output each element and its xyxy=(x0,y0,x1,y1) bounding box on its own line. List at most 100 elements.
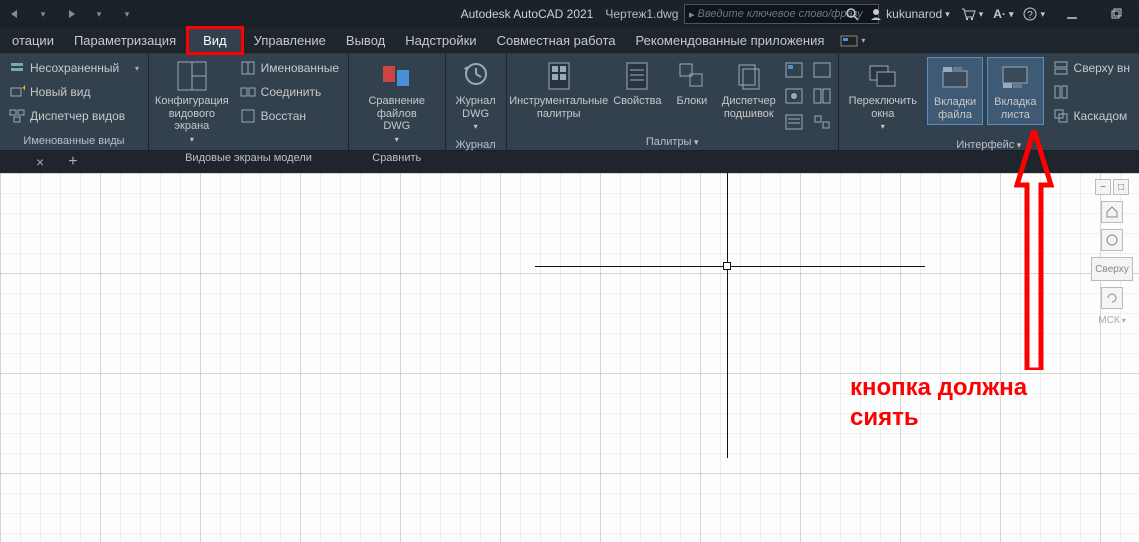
qat-more-icon[interactable]: ▾ xyxy=(116,4,138,24)
palette-icon-1[interactable] xyxy=(782,59,806,81)
properties-button[interactable]: Свойства xyxy=(611,57,664,111)
panel-title: Именованные виды xyxy=(4,132,144,150)
restore-icon xyxy=(240,108,256,124)
palette-icon-5[interactable] xyxy=(810,85,834,107)
tool-palettes-button[interactable]: Инструментальные палитры xyxy=(511,57,607,123)
quick-access-toolbar: ▾ ▾ ▾ xyxy=(4,4,138,24)
palette-small-icons xyxy=(782,57,806,133)
nav-compass-icon[interactable] xyxy=(1101,229,1123,251)
history-icon xyxy=(460,60,492,92)
tab-parametric[interactable]: Параметризация xyxy=(64,28,186,53)
palette-small-icons-2 xyxy=(810,57,834,133)
tile-horizontal-button[interactable]: Сверху вн xyxy=(1048,57,1135,79)
palette-icon-2[interactable] xyxy=(782,85,806,107)
palette-icon-6[interactable] xyxy=(810,111,834,133)
viewport-config-icon xyxy=(176,60,208,92)
coordinate-system[interactable]: МСК▾ xyxy=(1098,315,1125,326)
compare-icon xyxy=(381,60,413,92)
qat-dropdown-icon[interactable]: ▾ xyxy=(32,4,54,24)
cart-icon[interactable]: ▾ xyxy=(960,7,984,21)
join-viewports-button[interactable]: Соединить xyxy=(235,81,344,103)
compare-dwg-button[interactable]: Сравнение файлов DWG xyxy=(353,57,441,149)
palette-icon-4[interactable] xyxy=(810,59,834,81)
properties-icon xyxy=(621,60,653,92)
tab-manage[interactable]: Управление xyxy=(244,28,336,53)
search-dropdown-icon[interactable]: ▸ xyxy=(689,8,695,21)
panel-title[interactable]: Палитры xyxy=(511,133,834,151)
tab-quick-icon[interactable]: ▾ xyxy=(834,28,871,53)
layout-tab-icon xyxy=(999,61,1031,93)
panel-title: Видовые экраны модели xyxy=(153,149,344,167)
svg-text:✦: ✦ xyxy=(21,84,25,93)
user-name: kukunarod xyxy=(886,7,942,21)
view-manager-icon xyxy=(9,108,25,124)
palette-icon-3[interactable] xyxy=(782,111,806,133)
annotation-text: кнопка должна сиять xyxy=(850,373,1027,433)
ribbon: Несохраненный ✦ Новый вид Диспетчер видо… xyxy=(0,54,1139,151)
panel-interface: Переключить окна Вкладки файла Вкладка л… xyxy=(839,54,1139,150)
blocks-icon xyxy=(676,60,708,92)
search-icon xyxy=(845,7,859,21)
file-name: Чертеж1.dwg xyxy=(605,7,678,21)
nav-minus-icon[interactable]: − xyxy=(1095,179,1111,195)
tab-addins[interactable]: Надстройки xyxy=(395,28,486,53)
tile-vertical-button[interactable] xyxy=(1048,81,1135,103)
nav-close-icon[interactable]: □ xyxy=(1113,179,1129,195)
switch-windows-button[interactable]: Переключить окна xyxy=(843,57,923,136)
grid xyxy=(0,173,1139,542)
panel-compare: Сравнение файлов DWG Сравнить xyxy=(349,54,446,150)
search-placeholder: Введите ключевое слово/фразу xyxy=(698,8,863,20)
blocks-button[interactable]: Блоки xyxy=(668,57,716,111)
panel-model-viewports: Конфигурация видового экрана Именованные… xyxy=(149,54,349,150)
layer-icon xyxy=(9,60,25,76)
switch-windows-icon xyxy=(867,60,899,92)
ribbon-tabs: отации Параметризация Вид Управление Выв… xyxy=(0,28,1139,54)
qat-dropdown-icon[interactable]: ▾ xyxy=(88,4,110,24)
panel-named-views: Несохраненный ✦ Новый вид Диспетчер видо… xyxy=(0,54,149,150)
nav-rotate-icon[interactable] xyxy=(1101,287,1123,309)
sheet-set-button[interactable]: Диспетчер подшивок xyxy=(720,57,778,123)
title-bar: ▾ ▾ ▾ Autodesk AutoCAD 2021 Чертеж1.dwg … xyxy=(0,0,1139,28)
tab-output[interactable]: Вывод xyxy=(336,28,395,53)
tab-view[interactable]: Вид xyxy=(186,26,244,55)
help-icon[interactable]: ?▾ xyxy=(1023,7,1045,21)
unsaved-view-dropdown[interactable]: Несохраненный xyxy=(4,57,144,79)
new-tab-icon[interactable]: + xyxy=(62,153,83,171)
user-icon xyxy=(869,7,883,21)
tab-annotations[interactable]: отации xyxy=(2,28,64,53)
tab-collaborate[interactable]: Совместная работа xyxy=(487,28,626,53)
svg-text:?: ? xyxy=(1028,10,1034,21)
new-view-button[interactable]: ✦ Новый вид xyxy=(4,81,144,103)
view-manager-button[interactable]: Диспетчер видов xyxy=(4,105,144,127)
title-center: Autodesk AutoCAD 2021 Чертеж1.dwg xyxy=(461,7,679,21)
top-icon xyxy=(1053,60,1069,76)
new-view-icon: ✦ xyxy=(9,84,25,100)
title-right: kukunarod ▾ ▾ A·▾ ?▾ xyxy=(845,4,1133,24)
panel-title[interactable]: Интерфейс xyxy=(843,136,1135,154)
close-tab-icon[interactable]: × xyxy=(30,154,50,170)
restore-icon[interactable] xyxy=(1099,4,1133,24)
viewport-config-button[interactable]: Конфигурация видового экрана xyxy=(153,57,231,149)
undo-icon[interactable] xyxy=(4,4,26,24)
layout-tab-button[interactable]: Вкладка листа xyxy=(987,57,1043,125)
side-icon xyxy=(1053,84,1069,100)
file-tabs-icon xyxy=(939,61,971,93)
cascade-icon xyxy=(1053,108,1069,124)
user-button[interactable]: kukunarod ▾ xyxy=(869,7,950,21)
cascade-button[interactable]: Каскадом xyxy=(1048,105,1135,127)
tab-featured-apps[interactable]: Рекомендованные приложения xyxy=(626,28,835,53)
named-viewports-button[interactable]: Именованные xyxy=(235,57,344,79)
redo-icon[interactable] xyxy=(60,4,82,24)
drawing-canvas[interactable] xyxy=(0,173,1139,542)
nav-home-icon[interactable] xyxy=(1101,201,1123,223)
tool-palettes-icon xyxy=(543,60,575,92)
viewcube[interactable]: Сверху xyxy=(1091,257,1133,281)
dwg-history-button[interactable]: Журнал DWG xyxy=(450,57,502,136)
signin-button[interactable] xyxy=(845,7,859,21)
file-tabs-button[interactable]: Вкладки файла xyxy=(927,57,983,125)
sheet-set-icon xyxy=(733,60,765,92)
a360-icon[interactable]: A·▾ xyxy=(993,7,1013,21)
minimize-icon[interactable] xyxy=(1055,4,1089,24)
join-icon xyxy=(240,84,256,100)
restore-viewports-button[interactable]: Восстан xyxy=(235,105,344,127)
